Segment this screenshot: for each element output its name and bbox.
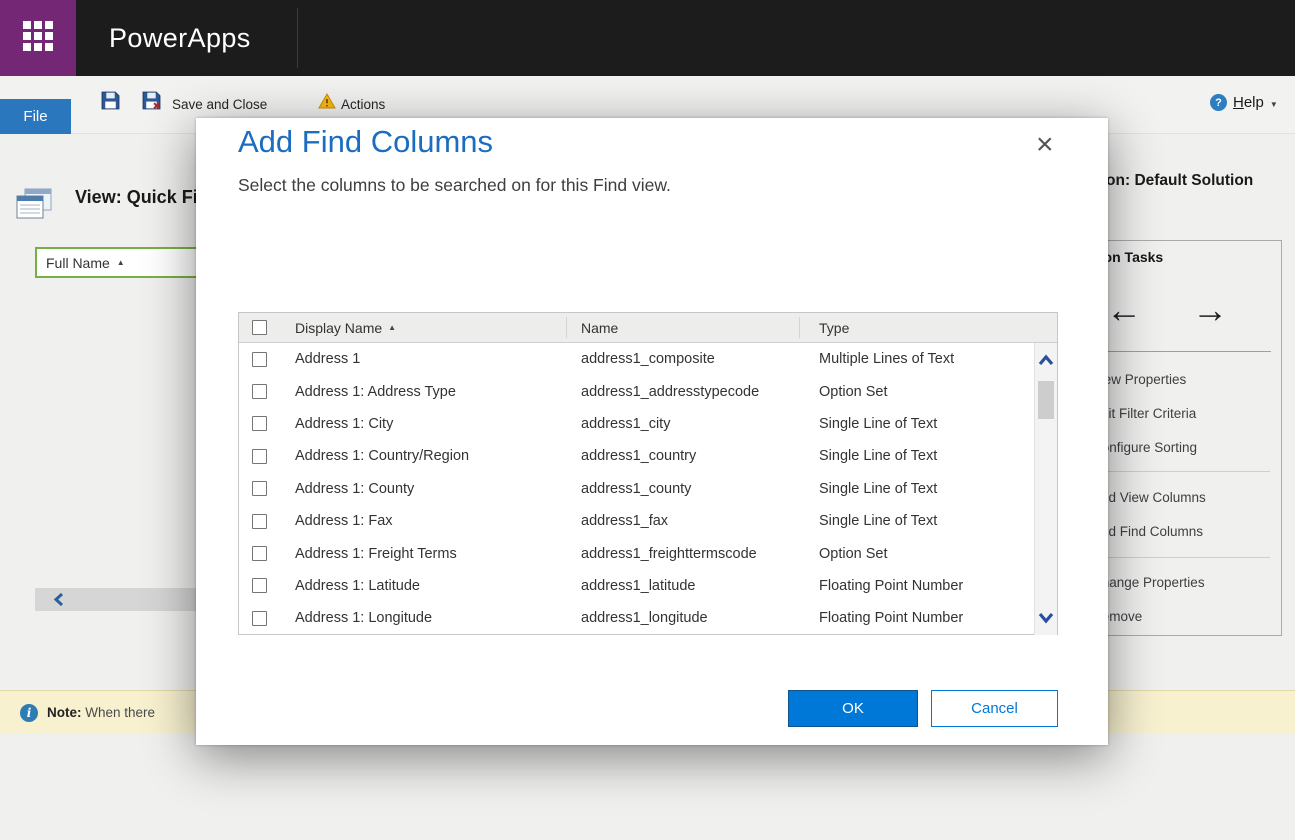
row-checkbox[interactable] bbox=[252, 448, 267, 464]
cell-name: address1_longitude bbox=[581, 610, 708, 627]
cell-name: address1_county bbox=[581, 480, 692, 497]
help-label: Help bbox=[1233, 94, 1264, 111]
table-row[interactable]: Address 1 address1_composite Multiple Li… bbox=[239, 343, 1033, 375]
task-link-add-find-columns[interactable]: Add Find Columns bbox=[1092, 524, 1203, 539]
save-as-icon[interactable] bbox=[141, 90, 162, 111]
scroll-left-button[interactable] bbox=[53, 592, 67, 608]
row-checkbox[interactable] bbox=[252, 546, 267, 562]
row-checkbox[interactable] bbox=[252, 513, 267, 529]
header-type[interactable]: Type bbox=[819, 313, 849, 342]
cell-name: address1_city bbox=[581, 415, 671, 432]
row-checkbox[interactable] bbox=[252, 416, 267, 432]
header-divider bbox=[566, 317, 567, 338]
cell-name: address1_fax bbox=[581, 513, 669, 530]
warning-icon bbox=[318, 92, 336, 114]
header-name[interactable]: Name bbox=[581, 313, 618, 342]
cell-name: address1_composite bbox=[581, 351, 715, 368]
row-checkbox[interactable] bbox=[252, 351, 267, 367]
cell-type: Floating Point Number bbox=[819, 610, 964, 627]
row-checkbox[interactable] bbox=[252, 610, 267, 626]
cell-display-name: Address 1: Fax bbox=[295, 513, 393, 530]
cell-name: address1_latitude bbox=[581, 577, 696, 594]
cell-name: address1_country bbox=[581, 448, 697, 465]
add-find-columns-dialog: Add Find Columns × Select the columns to… bbox=[196, 118, 1108, 745]
actions-button[interactable]: Actions bbox=[341, 97, 385, 112]
header-divider bbox=[799, 317, 800, 338]
cell-name: address1_freighttermscode bbox=[581, 545, 757, 562]
scroll-up-button[interactable] bbox=[1035, 347, 1057, 373]
scrollbar-thumb[interactable] bbox=[1038, 381, 1054, 419]
cell-display-name: Address 1: Freight Terms bbox=[295, 545, 457, 562]
row-checkbox[interactable] bbox=[252, 384, 267, 400]
save-icon[interactable] bbox=[100, 90, 121, 111]
scroll-down-button[interactable] bbox=[1035, 605, 1057, 631]
help-menu[interactable]: ? Help ▼ bbox=[1210, 94, 1278, 111]
cell-display-name: Address 1 bbox=[295, 351, 361, 368]
app-title: PowerApps bbox=[109, 23, 251, 53]
table-header: Display Name ▲ Name Type bbox=[239, 313, 1057, 343]
sort-ascending-icon: ▲ bbox=[116, 258, 125, 267]
view-icon bbox=[16, 188, 52, 225]
tasks-divider bbox=[1092, 471, 1270, 472]
cell-display-name: Address 1: Longitude bbox=[295, 610, 433, 627]
topbar-divider bbox=[297, 8, 298, 68]
note-text: Note: When there bbox=[47, 705, 156, 720]
table-row[interactable]: Address 1: Address Type address1_address… bbox=[239, 375, 1033, 407]
select-all-checkbox[interactable] bbox=[252, 320, 267, 335]
move-column-left-button[interactable]: ← bbox=[1106, 292, 1142, 328]
cell-display-name: Address 1: Address Type bbox=[295, 383, 456, 400]
table-row[interactable]: Address 1: Freight Terms address1_freigh… bbox=[239, 537, 1033, 569]
header-display-name-label: Display Name bbox=[295, 319, 383, 336]
cell-display-name: Address 1: County bbox=[295, 480, 415, 497]
waffle-icon bbox=[23, 20, 53, 56]
row-checkbox[interactable] bbox=[252, 578, 267, 594]
cell-type: Option Set bbox=[819, 383, 888, 400]
cell-type: Single Line of Text bbox=[819, 448, 938, 465]
cell-type: Floating Point Number bbox=[819, 577, 964, 594]
vertical-scrollbar[interactable] bbox=[1034, 343, 1057, 635]
tasks-divider bbox=[1092, 557, 1270, 558]
dialog-title: Add Find Columns bbox=[238, 124, 494, 159]
info-icon: i bbox=[20, 703, 38, 722]
top-bar: PowerApps bbox=[0, 0, 1295, 76]
chevron-down-icon: ▼ bbox=[1269, 99, 1278, 109]
help-icon: ? bbox=[1210, 94, 1227, 111]
sort-ascending-icon: ▲ bbox=[388, 323, 397, 332]
columns-table: Display Name ▲ Name Type Address 1 addre… bbox=[238, 312, 1058, 635]
screen: PowerApps File Save and Close Actions ? … bbox=[0, 0, 1295, 840]
task-link-add-view-columns[interactable]: Add View Columns bbox=[1092, 490, 1206, 505]
cell-type: Single Line of Text bbox=[819, 480, 938, 497]
app-launcher-button[interactable] bbox=[0, 0, 76, 76]
cell-display-name: Address 1: Country/Region bbox=[295, 448, 470, 465]
header-display-name[interactable]: Display Name ▲ bbox=[295, 313, 396, 342]
ok-button[interactable]: OK bbox=[788, 690, 918, 727]
cell-name: address1_addresstypecode bbox=[581, 383, 760, 400]
table-row[interactable]: Address 1: Country/Region address1_count… bbox=[239, 440, 1033, 472]
cancel-button[interactable]: Cancel bbox=[931, 690, 1058, 727]
dialog-subtitle: Select the columns to be searched on for… bbox=[238, 175, 671, 195]
save-and-close-button[interactable]: Save and Close bbox=[172, 97, 267, 112]
cell-display-name: Address 1: Latitude bbox=[295, 577, 420, 594]
task-link-change-properties[interactable]: Change Properties bbox=[1092, 575, 1205, 590]
table-body: Address 1 address1_composite Multiple Li… bbox=[239, 343, 1033, 635]
column-header-label: Full Name bbox=[46, 254, 110, 271]
cell-display-name: Address 1: City bbox=[295, 415, 394, 432]
row-checkbox[interactable] bbox=[252, 481, 267, 497]
close-icon[interactable]: × bbox=[1036, 130, 1054, 160]
table-row[interactable]: Address 1: Latitude address1_latitude Fl… bbox=[239, 570, 1033, 602]
cell-type: Single Line of Text bbox=[819, 415, 938, 432]
table-row[interactable]: Address 1: County address1_county Single… bbox=[239, 473, 1033, 505]
move-column-right-button[interactable]: → bbox=[1192, 292, 1228, 328]
table-row[interactable]: Address 1: Longitude address1_longitude … bbox=[239, 602, 1033, 634]
table-row[interactable]: Address 1: Fax address1_fax Single Line … bbox=[239, 505, 1033, 537]
table-row[interactable]: Address 1: City address1_city Single Lin… bbox=[239, 408, 1033, 440]
cell-type: Option Set bbox=[819, 545, 888, 562]
file-tab[interactable]: File bbox=[0, 99, 71, 134]
cell-type: Multiple Lines of Text bbox=[819, 351, 955, 368]
cell-type: Single Line of Text bbox=[819, 513, 938, 530]
